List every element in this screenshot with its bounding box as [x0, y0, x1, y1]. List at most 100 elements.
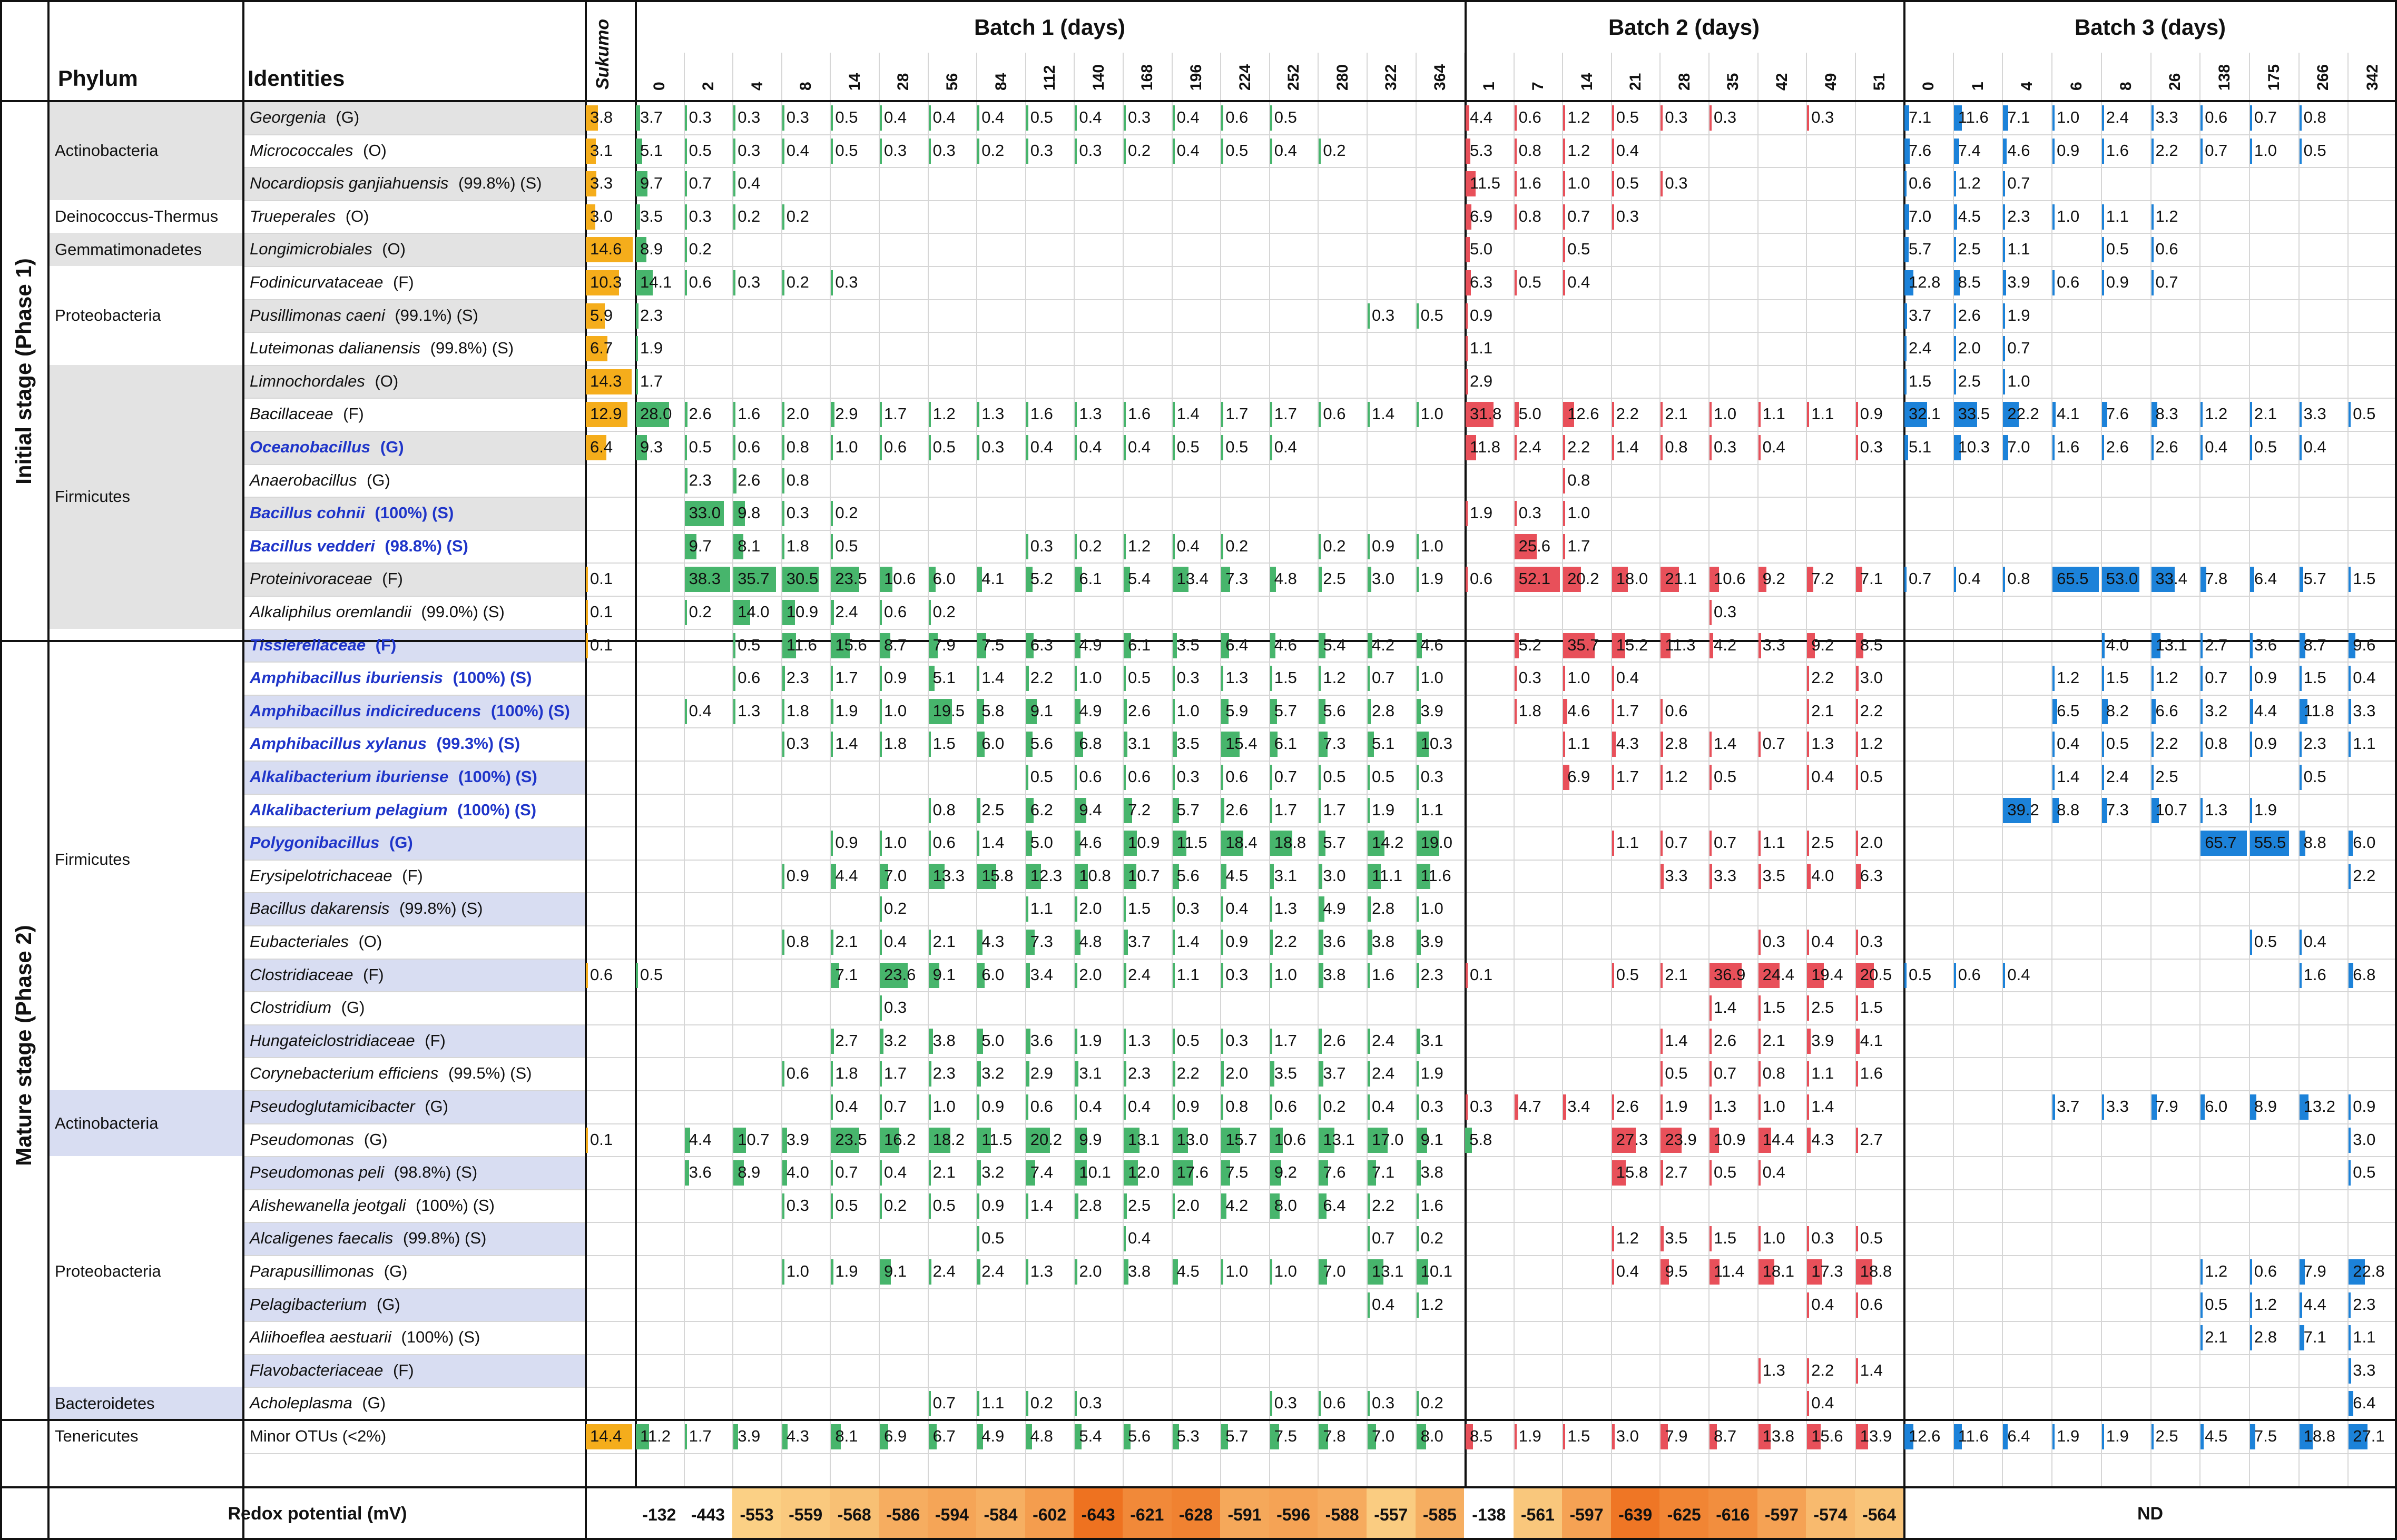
- abundance-bar: [2299, 435, 2302, 460]
- sukumo-cell: [585, 727, 635, 761]
- batch1-cell: 0.4: [1367, 1090, 1416, 1123]
- batch3-cell: [1903, 925, 1953, 959]
- batch2-cell: [1465, 530, 1514, 563]
- batch2-cell: [1465, 1189, 1514, 1222]
- abundance-value: 1.1: [2353, 1328, 2376, 1347]
- abundance-value: 1.6: [2106, 141, 2129, 160]
- abundance-bar: [2200, 138, 2203, 164]
- abundance-value: 1.5: [932, 734, 956, 753]
- sukumo-cell: 5.9: [585, 299, 635, 332]
- batch1-cell: 0.3: [1220, 959, 1269, 992]
- batch3-cell: [2249, 1387, 2298, 1420]
- batch2-cell: [1465, 464, 1514, 497]
- batch3-cell: 0.5: [1903, 959, 1953, 992]
- abundance-value: 19.4: [1811, 965, 1843, 984]
- abundance-value: 2.3: [689, 470, 712, 489]
- batch3-cell: [2101, 1057, 2150, 1090]
- abundance-value: 1.3: [738, 701, 761, 720]
- batch3-cell: 1.1: [2347, 727, 2397, 761]
- abundance-bar: [1710, 732, 1712, 757]
- batch2-cell: [1757, 1321, 1806, 1354]
- batch1-cell: 7.0: [879, 860, 928, 893]
- batch3-cell: [2150, 1123, 2200, 1157]
- batch1-cell: [1367, 365, 1416, 398]
- abundance-value: 6.8: [1079, 734, 1102, 753]
- batch1-cell: 1.0: [1172, 695, 1221, 728]
- batch1-cell: 6.8: [1074, 727, 1123, 761]
- batch1-cell: 35.7: [732, 562, 781, 596]
- abundance-bar: [1172, 1193, 1175, 1219]
- batch2-cell: [1757, 695, 1806, 728]
- abundance-value: 0.7: [1567, 206, 1590, 225]
- batch2-cell: 2.7: [1855, 1123, 1904, 1157]
- abundance-value: 13.9: [1860, 1427, 1892, 1445]
- abundance-bar: [831, 402, 834, 428]
- abundance-bar: [1514, 1424, 1517, 1449]
- abundance-bar: [1270, 1391, 1272, 1417]
- batch3-cell: 1.0: [2051, 101, 2101, 134]
- batch3-cell: [1953, 1123, 2002, 1157]
- batch1-cell: 1.6: [1367, 959, 1416, 992]
- batch1-cell: 5.2: [1025, 562, 1074, 596]
- abundance-value: 2.3: [932, 1064, 956, 1083]
- batch3-cell: 0.4: [2298, 925, 2348, 959]
- batch2-cell: 6.3: [1465, 266, 1514, 299]
- identity-rank: (F): [397, 866, 423, 885]
- abundance-value: 1.0: [1274, 1262, 1297, 1280]
- batch1-cell: 0.8: [1220, 1090, 1269, 1123]
- abundance-bar: [1514, 204, 1517, 230]
- abundance-bar: [1172, 402, 1175, 428]
- batch2-cell: [1562, 1024, 1611, 1058]
- abundance-value: 4.9: [981, 1427, 1005, 1445]
- abundance-value: 20.2: [1567, 569, 1599, 588]
- abundance-value: 1.2: [2057, 668, 2080, 687]
- batch2-cell: 4.1: [1855, 1024, 1904, 1058]
- abundance-bar: [2151, 765, 2154, 790]
- abundance-bar: [1221, 1028, 1224, 1054]
- batch1-cell: [1123, 1387, 1172, 1420]
- batch3-cell: 3.3: [2150, 101, 2200, 134]
- abundance-bar: [1710, 1226, 1712, 1252]
- batch1-cell: 0.9: [976, 1090, 1025, 1123]
- abundance-bar: [1710, 105, 1712, 131]
- abundance-value: 0.4: [1372, 1097, 1395, 1115]
- abundance-bar: [1075, 1193, 1078, 1219]
- abundance-value: 1.0: [1762, 1097, 1785, 1115]
- batch1-cell: [781, 794, 830, 827]
- batch1-cell: 2.0: [1074, 1255, 1123, 1288]
- batch3-cell: 7.0: [1903, 200, 1953, 233]
- batch1-cell: 3.5: [1172, 629, 1221, 662]
- identity-rank: (99.8%) (S): [395, 899, 483, 918]
- abundance-bar: [928, 797, 931, 823]
- batch3-cell: 0.7: [2199, 134, 2249, 167]
- batch1-cell: [635, 1387, 684, 1420]
- batch3-cell: 1.9: [2101, 1420, 2150, 1453]
- abundance-value: 13.1: [1323, 1130, 1355, 1149]
- batch1-cell: [1220, 464, 1269, 497]
- abundance-bar: [2249, 1325, 2252, 1351]
- abundance-value: 18.0: [1616, 569, 1648, 588]
- abundance-value: 3.5: [1665, 1229, 1688, 1248]
- batch3-cell: [2002, 1156, 2051, 1189]
- abundance-bar: [1710, 1061, 1712, 1087]
- batch1-cell: 9.1: [879, 1255, 928, 1288]
- identity-name: Pusillimonas caeni: [250, 305, 385, 324]
- batch1-cell: [635, 662, 684, 695]
- batch1-cell: 0.9: [1220, 925, 1269, 959]
- batch3-cell: [2347, 991, 2397, 1024]
- batch1-cell: 3.4: [1025, 959, 1074, 992]
- identity-name: Limnochordales: [250, 371, 365, 390]
- abundance-value: 23.5: [835, 569, 867, 588]
- abundance-bar: [2349, 1325, 2351, 1351]
- abundance-value: 10.6: [1714, 569, 1746, 588]
- identity-rank: (G): [376, 438, 404, 456]
- day-header: 224: [1236, 64, 1254, 91]
- batch1-cell: 2.4: [1123, 959, 1172, 992]
- batch2-cell: 20.5: [1855, 959, 1904, 992]
- batch2-cell: 0.7: [1757, 727, 1806, 761]
- batch2-cell: [1855, 1156, 1904, 1189]
- abundance-bar: [1855, 666, 1859, 692]
- abundance-value: 1.4: [1811, 1097, 1834, 1115]
- batch1-cell: 7.1: [830, 959, 879, 992]
- abundance-bar: [586, 962, 588, 988]
